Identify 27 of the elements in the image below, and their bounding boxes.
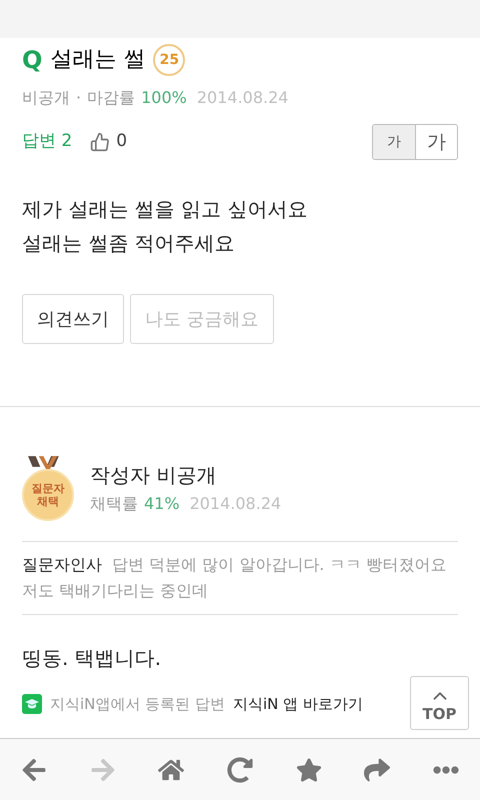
greeting-text: 질문자인사 답변 덕분에 많이 알아갑니다. ㅋㅋ 빵터졌어요 저도 택배기다리는 중인데 bbox=[22, 554, 448, 602]
close-rate-label: 마감률 bbox=[87, 87, 136, 109]
adopt-rate-label: 채택률 bbox=[90, 493, 138, 515]
question-body-line: 설래는 썰좀 적어주세요 bbox=[22, 230, 236, 257]
question-body-line: 제가 설래는 썰을 읽고 싶어서요 bbox=[22, 196, 308, 223]
app-link[interactable]: 지식iN 앱 바로가기 bbox=[232, 693, 363, 716]
author-name: 작성자 비공개 bbox=[90, 462, 218, 489]
question-title: 설래는 썰 bbox=[50, 49, 146, 71]
question-date: 2014.08.24 bbox=[196, 87, 288, 109]
thumbs-up-icon bbox=[90, 132, 110, 152]
separator-dot: · bbox=[76, 87, 82, 109]
question-mark-icon: Q bbox=[22, 48, 42, 72]
action-button[interactable]: 의견쓰기 bbox=[22, 294, 124, 344]
answer-date: 2014.08.24 bbox=[190, 493, 282, 515]
font-size-button[interactable]: 가 bbox=[415, 125, 457, 159]
top-button[interactable]: TOP bbox=[410, 676, 469, 730]
adopt-rate-value: 41% bbox=[144, 493, 180, 515]
app-note: 지식iN앱에서 등록된 답변 bbox=[50, 694, 225, 715]
like-count: 0 bbox=[116, 130, 128, 154]
answer-count: 답변 2 bbox=[22, 130, 72, 154]
badge-label: 질문자 채택 bbox=[30, 482, 66, 508]
answer-text: 띵동. 택뱁니다. bbox=[22, 645, 162, 672]
visibility-text: 비공개 bbox=[22, 87, 70, 109]
graduation-cap-icon bbox=[22, 694, 42, 714]
points-badge: 25 bbox=[153, 44, 186, 76]
font-size-button[interactable]: 가 bbox=[373, 125, 415, 159]
close-rate-value: 100% bbox=[141, 87, 187, 109]
